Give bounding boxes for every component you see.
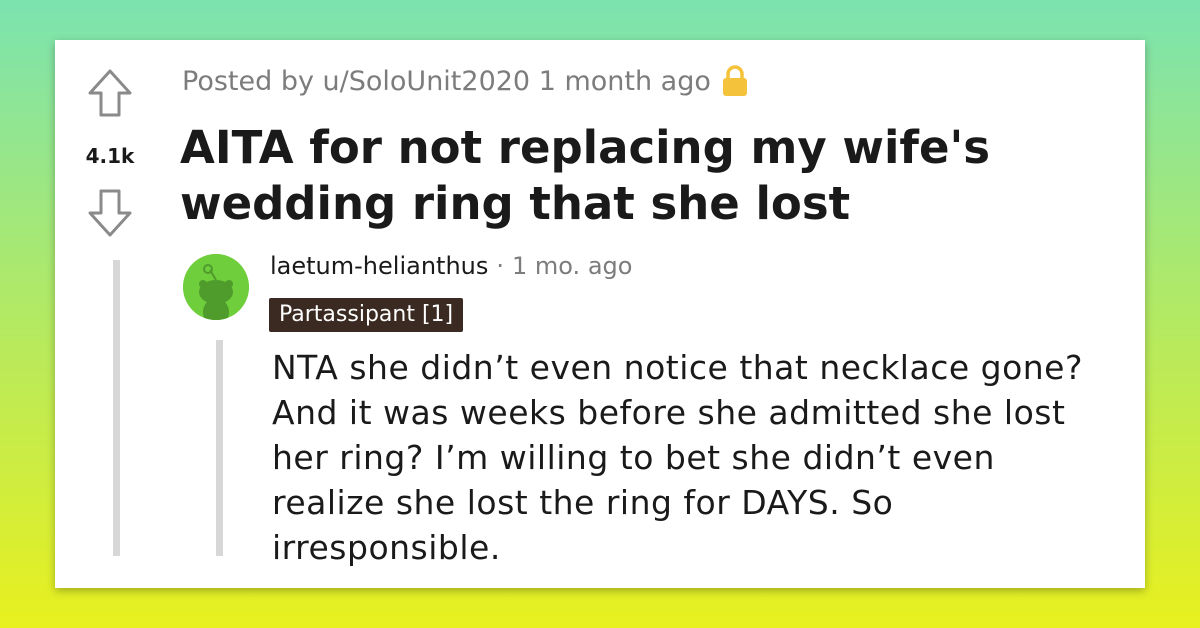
upvote-arrow-icon[interactable] bbox=[87, 68, 133, 118]
vote-score: 4.1k bbox=[85, 144, 135, 168]
comment-meta: laetum-helianthus · 1 mo. ago bbox=[270, 252, 632, 280]
post-time: 1 month ago bbox=[538, 65, 711, 97]
user-flair: Partassipant [1] bbox=[269, 298, 464, 332]
post-meta: Posted by u/SoloUnit2020 1 month ago bbox=[182, 65, 749, 97]
vote-column: 4.1k bbox=[55, 40, 175, 588]
comment-thread-line[interactable] bbox=[216, 340, 223, 556]
lock-icon bbox=[722, 65, 747, 96]
snoo-avatar-icon[interactable] bbox=[183, 254, 249, 320]
posted-by-label: Posted by bbox=[182, 65, 314, 97]
post-author-link[interactable]: u/SoloUnit2020 bbox=[323, 66, 531, 97]
post-title[interactable]: AITA for not replacing my wife's wedding… bbox=[180, 120, 1130, 232]
post-card: 4.1k Posted by u/SoloUnit2020 1 month ag… bbox=[55, 40, 1145, 588]
thread-line[interactable] bbox=[113, 260, 120, 556]
downvote-arrow-icon[interactable] bbox=[87, 188, 133, 238]
meta-separator: · bbox=[496, 252, 505, 280]
comment-author-link[interactable]: laetum-helianthus bbox=[270, 252, 488, 280]
comment-body: NTA she didn’t even notice that necklace… bbox=[272, 348, 1084, 567]
comment-time: 1 mo. ago bbox=[512, 252, 633, 280]
